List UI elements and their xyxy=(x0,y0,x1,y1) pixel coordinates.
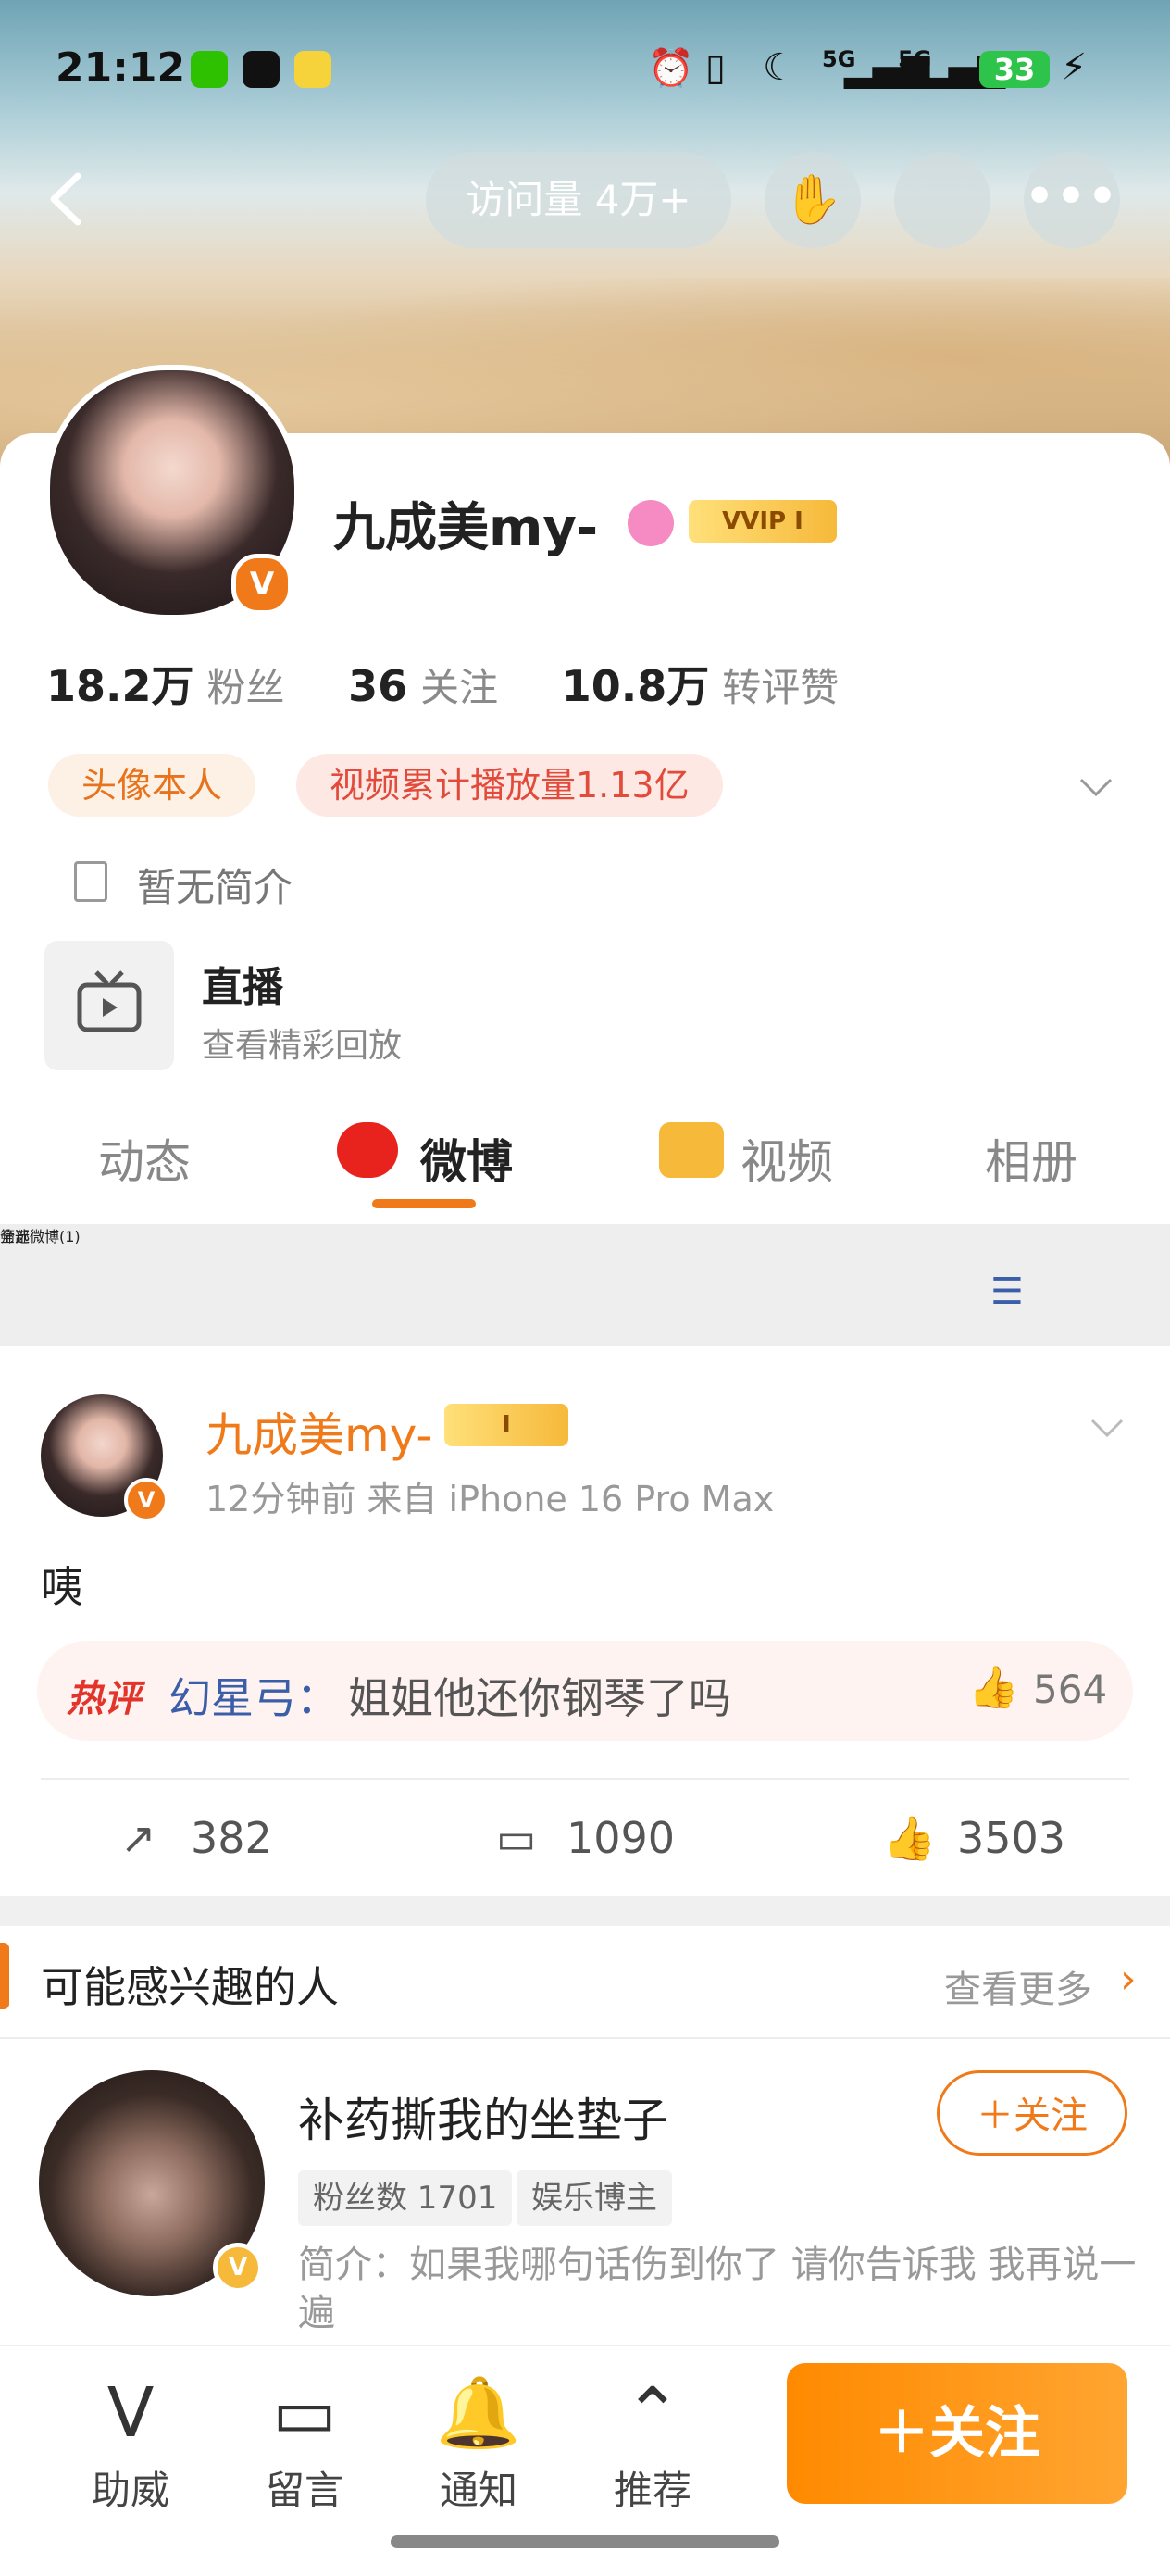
recommend-intro: 简介：如果我哪句话伤到你了 请你告诉我 我再说一遍 xyxy=(298,2244,1137,2334)
repost-icon[interactable]: ↗ xyxy=(120,1813,156,1863)
hot-comment-text: 姐姐他还你钢琴了吗 xyxy=(348,1673,731,1723)
notify-button[interactable]: 🔔 通知 xyxy=(418,2370,539,2516)
tag-avatar-self[interactable]: 头像本人 xyxy=(48,754,256,817)
home-indicator[interactable] xyxy=(391,2535,779,2548)
follow-button[interactable]: ＋关注 xyxy=(787,2363,1127,2504)
interactions-count[interactable]: 10.8万 xyxy=(562,661,710,711)
recommend-fans-chip: 粉丝数 1701 xyxy=(298,2170,513,2226)
tv-icon xyxy=(77,970,142,1032)
moon-icon: ☾ xyxy=(763,46,796,89)
wechat-icon xyxy=(191,51,228,88)
charging-icon: ⚡ xyxy=(1061,46,1088,89)
profile-nickname: 九成美my- xyxy=(333,498,599,558)
tab-album[interactable]: 相册 xyxy=(985,1125,1077,1192)
see-more-link[interactable]: 查看更多 xyxy=(944,1959,1092,2013)
recommend-verified-icon: V xyxy=(213,2243,263,2293)
post-menu-chevron-icon[interactable] xyxy=(1089,1409,1126,1446)
thumb-up-icon[interactable]: 👍 xyxy=(968,1663,1019,1711)
followers-label: 粉丝 xyxy=(206,665,285,710)
document-icon xyxy=(74,861,107,902)
more-button[interactable]: ••• xyxy=(1024,152,1120,248)
post-divider xyxy=(41,1778,1129,1780)
chevron-down-icon[interactable] xyxy=(1077,769,1114,806)
blank-action-button[interactable] xyxy=(894,152,990,248)
post-author[interactable]: 九成美my- xyxy=(205,1398,432,1465)
active-tab-indicator xyxy=(372,1199,476,1208)
following-count[interactable]: 36 xyxy=(348,661,407,711)
like-count[interactable]: 3503 xyxy=(957,1813,1065,1863)
hot-comment-tag: 热评 xyxy=(67,1678,141,1720)
message-button[interactable]: ▭ 留言 xyxy=(244,2370,365,2516)
message-icon: ▭ xyxy=(272,2373,337,2453)
recommend-divider xyxy=(0,2037,1170,2039)
live-subtitle: 查看精彩回放 xyxy=(202,1027,403,1065)
hot-comment-user[interactable]: 幻星弓： xyxy=(168,1665,339,1726)
live-entry[interactable] xyxy=(44,941,174,1070)
cheer-label: 助威 xyxy=(91,2468,169,2513)
followers-count[interactable]: 18.2万 xyxy=(46,661,194,711)
back-button[interactable] xyxy=(41,167,96,231)
poke-button[interactable]: ✋ xyxy=(765,152,861,248)
video-logo-icon xyxy=(659,1122,724,1178)
tab-video[interactable]: 视频 xyxy=(741,1125,833,1192)
post-text: 咦 xyxy=(41,1562,83,1612)
recommend-category-chip: 娱乐博主 xyxy=(517,2170,672,2226)
cheer-button[interactable]: V 助威 xyxy=(70,2370,191,2516)
weibo-logo-icon xyxy=(337,1122,398,1178)
bell-icon: 🔔 xyxy=(435,2373,522,2453)
post-meta: 12分钟前 来自 iPhone 16 Pro Max xyxy=(205,1479,775,1519)
hand-wave-icon: ✋ xyxy=(782,172,843,228)
profile-intro: 暂无简介 xyxy=(137,865,293,910)
chevron-right-icon[interactable]: › xyxy=(1120,1956,1137,2003)
recommend-title: 可能感兴趣的人 xyxy=(41,1962,339,2012)
repost-count[interactable]: 382 xyxy=(191,1813,272,1863)
status-time: 21:12 xyxy=(56,44,186,92)
following-label: 关注 xyxy=(420,665,499,710)
cheer-icon: V xyxy=(106,2373,155,2453)
status-bar: 21:12 ⏰ ▯ ☾ 5G ▂▄▆ 5G ▂▄▆ 33 ⚡ xyxy=(0,0,1170,139)
chevron-up-circle-icon: ⌃ xyxy=(623,2373,681,2453)
comment-icon[interactable]: ▭ xyxy=(496,1813,536,1863)
tag-video-plays[interactable]: 视频累计播放量1.13亿 xyxy=(296,754,723,817)
section-accent-bar xyxy=(0,1943,9,2009)
notify-label: 通知 xyxy=(439,2468,517,2513)
filter-button[interactable]: 筛选 xyxy=(0,1224,30,1246)
section-gap xyxy=(0,1896,1170,1926)
verified-badge-icon: V xyxy=(231,554,292,615)
live-title[interactable]: 直播 xyxy=(202,954,283,1013)
battery-indicator: 33 xyxy=(979,51,1050,88)
chevron-left-icon xyxy=(50,172,81,226)
tab-feed[interactable]: 动态 xyxy=(98,1125,191,1192)
recommend-name[interactable]: 补药撕我的坐垫子 xyxy=(298,2083,668,2150)
hot-comment-likes: 564 xyxy=(1033,1667,1108,1712)
tiktok-icon xyxy=(243,51,280,88)
app-notification-icon xyxy=(294,51,331,88)
recommend-button[interactable]: ⌃ 推荐 xyxy=(592,2370,713,2516)
filter-icon: ☰ xyxy=(990,1270,1024,1313)
recommend-label: 推荐 xyxy=(613,2468,691,2513)
more-icon: ••• xyxy=(1025,169,1119,223)
post-verified-icon: V xyxy=(124,1478,168,1522)
comment-count[interactable]: 1090 xyxy=(566,1813,675,1863)
message-label: 留言 xyxy=(265,2468,343,2513)
female-icon xyxy=(628,500,674,546)
post-vip-badge[interactable]: I xyxy=(444,1404,568,1446)
vvip-badge[interactable]: VVIP I xyxy=(689,500,837,543)
recommend-follow-button[interactable]: ＋关注 xyxy=(937,2070,1127,2156)
profile-stats: 18.2万 粉丝 36 关注 10.8万 转评赞 xyxy=(46,653,889,714)
vibrate-icon: ▯ xyxy=(705,46,727,89)
visit-count-button[interactable]: 访问量 4万+ xyxy=(426,152,731,248)
alarm-icon: ⏰ xyxy=(648,47,694,90)
interactions-label: 转评赞 xyxy=(722,665,840,710)
like-icon[interactable]: 👍 xyxy=(883,1813,936,1864)
tab-weibo[interactable]: 微博 xyxy=(420,1125,513,1192)
